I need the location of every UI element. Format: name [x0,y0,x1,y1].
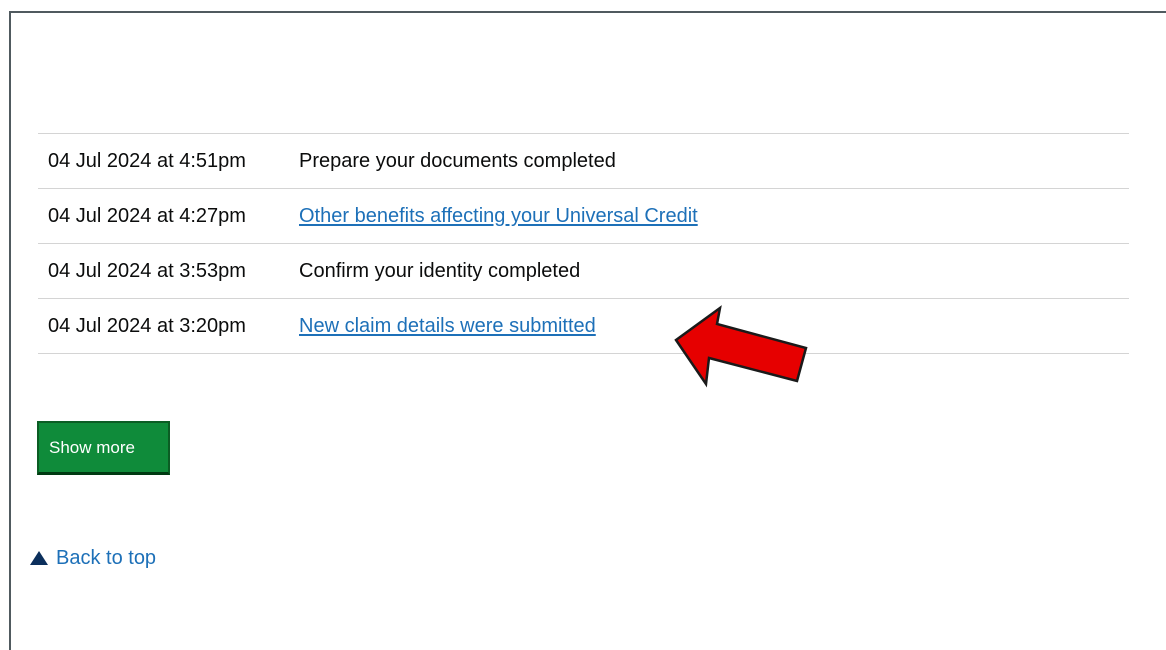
back-to-top-label: Back to top [56,547,157,569]
other-benefits-link[interactable]: Other benefits affecting your Universal … [299,205,1129,228]
show-more-button[interactable]: Show more [37,421,170,475]
timeline-row: 04 Jul 2024 at 4:27pm Other benefits aff… [38,188,1129,243]
timeline-timestamp: 04 Jul 2024 at 4:51pm [48,149,246,172]
timeline-event: Prepare your documents completed [299,149,616,172]
timeline-timestamp: 04 Jul 2024 at 3:53pm [48,259,246,282]
back-to-top-link[interactable]: Back to top [30,547,156,570]
timeline-event: Confirm your identity completed [299,259,581,282]
timeline-row: 04 Jul 2024 at 3:20pm New claim details … [38,298,1129,354]
claim-timeline: 04 Jul 2024 at 4:51pm Prepare your docum… [38,133,1129,354]
red-arrow-icon [674,305,808,388]
timeline-row: 04 Jul 2024 at 3:53pm Confirm your ident… [38,243,1129,298]
timeline-row: 04 Jul 2024 at 4:51pm Prepare your docum… [38,133,1129,188]
timeline-timestamp: 04 Jul 2024 at 4:27pm [48,204,246,227]
timeline-timestamp: 04 Jul 2024 at 3:20pm [48,314,246,337]
up-triangle-icon [30,550,48,565]
